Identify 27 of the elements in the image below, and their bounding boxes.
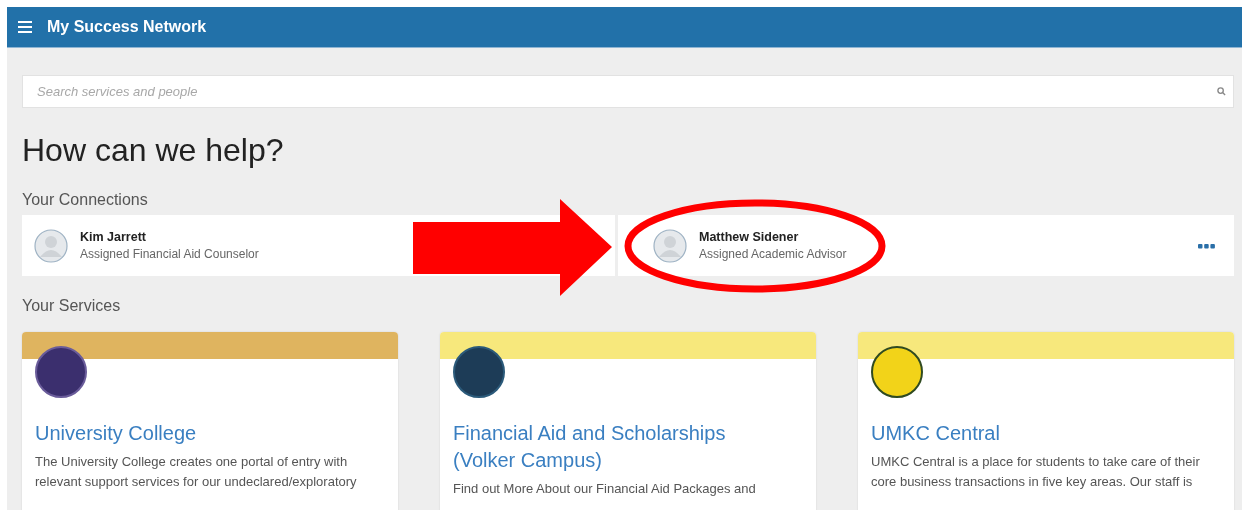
search-field[interactable]: Search services and people bbox=[22, 75, 1234, 108]
connection-name: Matthew Sidener bbox=[699, 230, 800, 244]
service-card[interactable]: Financial Aid and Scholarships (Volker Campus) Find out More About our Financial Aid Packages and bbox=[440, 332, 816, 510]
connection-role: Assigned Academic Advisor bbox=[699, 247, 847, 261]
connection-name: Kim Jarrett bbox=[80, 230, 147, 244]
app-title: My Success Network bbox=[47, 18, 207, 36]
logo-image bbox=[35, 346, 87, 398]
service-title[interactable]: Financial Aid and Scholarships (Volker Campus) bbox=[453, 420, 753, 474]
logo-image bbox=[871, 346, 923, 398]
avatar-icon bbox=[34, 228, 68, 263]
section-title: Your Services bbox=[22, 296, 122, 316]
connection-role: Assigned Financial Aid Counselor bbox=[80, 247, 259, 261]
page-heading: How can we help? bbox=[22, 131, 285, 170]
section-title: Your Connections bbox=[22, 190, 149, 210]
avatar-icon bbox=[653, 228, 687, 263]
service-title[interactable]: UMKC Central bbox=[871, 420, 1171, 447]
menu-icon[interactable] bbox=[18, 21, 32, 33]
connection-card[interactable]: Matthew Sidener Assigned Academic Advisor bbox=[618, 215, 1234, 276]
search-icon[interactable] bbox=[1217, 87, 1226, 96]
service-card[interactable]: UMKC Central UMKC Central is a place for students to take care of their core business transactions in five key areas. Our staff is bbox=[858, 332, 1234, 510]
service-description: UMKC Central is a place for students to take care of their core business transactions in five key areas. Our staff is bbox=[871, 453, 1201, 491]
more-icon[interactable] bbox=[1198, 244, 1215, 249]
service-card[interactable]: University College The University College creates one portal of entry with relevant support services for our undeclared/exploratory bbox=[22, 332, 398, 510]
service-title[interactable]: University College bbox=[35, 420, 335, 447]
service-description: The University College creates one portal of entry with relevant support services for our undeclared/exploratory bbox=[35, 453, 358, 491]
service-description: Find out More About our Financial Aid Packages and bbox=[453, 480, 757, 498]
logo-image bbox=[453, 346, 505, 398]
